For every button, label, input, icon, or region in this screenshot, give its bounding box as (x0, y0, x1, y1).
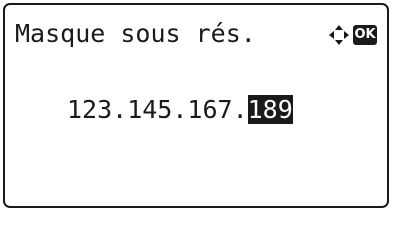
screen-title: Masque sous rés. (15, 19, 256, 48)
subnet-mask-selected-octet[interactable]: 189 (247, 95, 293, 124)
subnet-mask-fixed-octets: 123.145.167. (67, 95, 248, 124)
lcd-display: Masque sous rés. OK 123.145.167.189 (3, 3, 389, 208)
ok-icon: OK (353, 25, 377, 45)
subnet-mask-value[interactable]: 123.145.167.189 (67, 93, 293, 127)
nav-ok-indicator: OK (328, 24, 377, 46)
dpad-arrows-icon (329, 25, 349, 45)
